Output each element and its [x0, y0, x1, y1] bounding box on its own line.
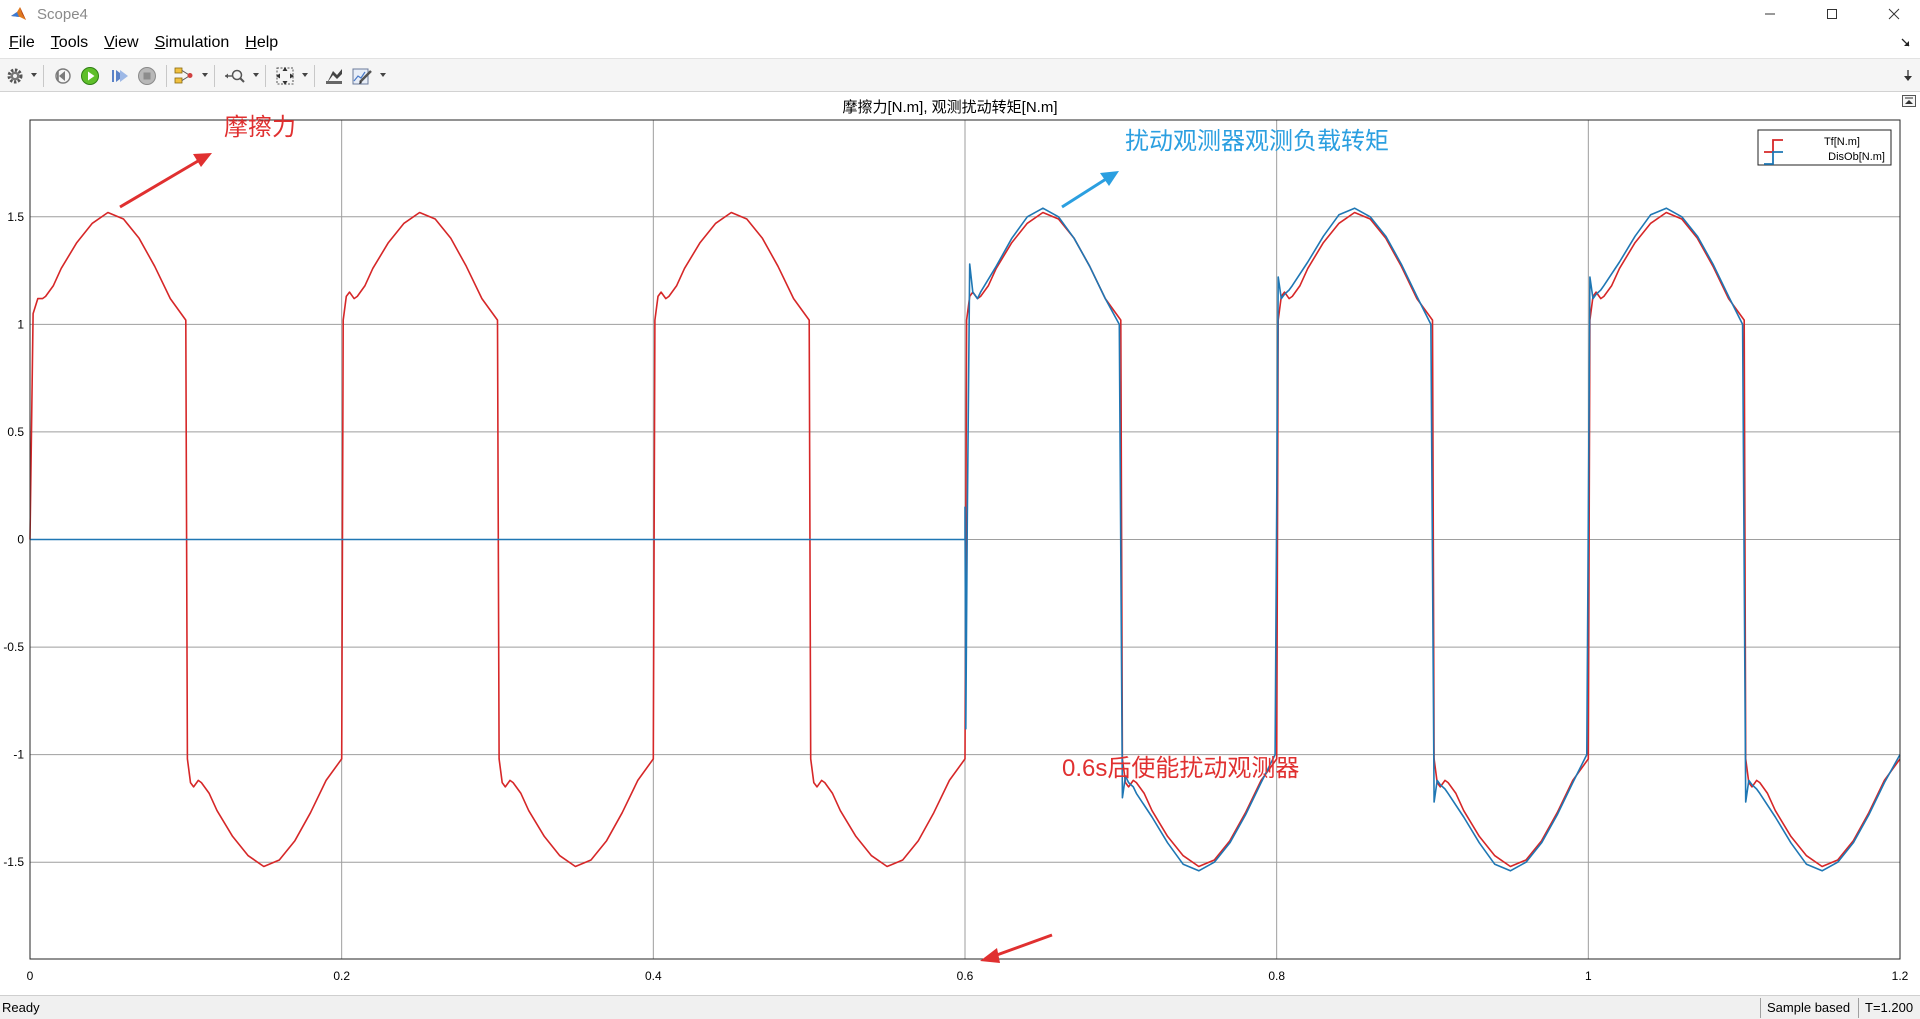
legend-label-tf: Tf[N.m]: [1824, 136, 1860, 148]
menu-bar: File Tools View Simulation Help: [0, 28, 1920, 58]
highlight-dropdown-icon[interactable]: [202, 73, 208, 77]
step-forward-icon: [112, 70, 128, 82]
y-tick-label: -1.5: [3, 855, 24, 869]
toolbar: [0, 58, 1920, 92]
maximize-icon: [1827, 9, 1837, 19]
stop-button[interactable]: [136, 63, 158, 89]
menu-tools[interactable]: Tools: [50, 34, 89, 52]
y-tick-label: -1: [13, 748, 24, 762]
chart-title: 摩擦力[N.m], 观测扰动转矩[N.m]: [843, 98, 1058, 116]
matlab-logo-icon: [11, 7, 26, 20]
stop-icon: [138, 67, 156, 85]
toolbar-overflow-icon[interactable]: [1902, 69, 1914, 83]
status-sample-mode: Sample based: [1760, 998, 1856, 1018]
legend[interactable]: Tf[N.m] DisOb[N.m]: [1757, 129, 1892, 166]
menu-help[interactable]: Help: [244, 34, 279, 52]
x-tick-label: 0.2: [333, 969, 350, 983]
x-tick-label: 1: [1585, 969, 1592, 983]
y-tick-label: 0.5: [7, 425, 24, 439]
step-back-icon: [55, 68, 71, 84]
zoom-icon: [225, 69, 245, 83]
status-ready-text: Ready: [2, 1000, 40, 1015]
menu-view[interactable]: View: [103, 34, 139, 52]
title-bar: Scope4: [0, 0, 1920, 28]
close-button[interactable]: [1868, 0, 1920, 28]
annotation-text-friction: 摩擦力: [224, 114, 296, 141]
x-tick-label: 0.6: [957, 969, 974, 983]
x-tick-label: 0.4: [645, 969, 662, 983]
triggers-button[interactable]: [322, 63, 346, 89]
minimize-icon: [1765, 13, 1775, 15]
dock-arrow-icon[interactable]: [1900, 36, 1912, 50]
y-tick-label: 1: [17, 317, 24, 331]
y-tick-label: 1.5: [7, 210, 24, 224]
highlight-block-button[interactable]: [172, 63, 196, 89]
signal-hierarchy-icon: [174, 67, 193, 84]
scale-dropdown-icon[interactable]: [302, 73, 308, 77]
settings-button[interactable]: [4, 63, 26, 89]
status-sim-time: T=1.200: [1858, 998, 1919, 1018]
annotation-text-observer: 扰动观测器观测负载转矩: [1125, 128, 1389, 155]
annotation-arrow-friction: [119, 159, 199, 209]
toolbar-separator: [265, 65, 266, 87]
annotation-arrowhead-observer: [1100, 171, 1119, 186]
maximize-button[interactable]: [1806, 0, 1858, 28]
scope-chart[interactable]: 摩擦力[N.m], 观测扰动转矩[N.m] 0 0.2 0.4 0.6 0.8 1 1.2 1…: [0, 92, 1920, 995]
edit-pencil-icon: [352, 68, 372, 85]
run-button[interactable]: [79, 63, 101, 89]
gear-icon: [7, 68, 23, 84]
zoom-button[interactable]: [222, 63, 248, 89]
step-back-button[interactable]: [52, 63, 74, 89]
close-icon: [1888, 8, 1900, 20]
step-forward-button[interactable]: [108, 63, 130, 89]
annotation-arrow-enable: [993, 933, 1053, 958]
toolbar-separator: [214, 65, 215, 87]
axis-tick-labels: 0 0.2 0.4 0.6 0.8 1 1.2 1.5 1 0.5 0 -0.5 -1 -1.5: [3, 210, 1908, 983]
status-bar: Ready Sample based T=1.200: [0, 995, 1920, 1019]
settings-dropdown-icon[interactable]: [31, 73, 37, 77]
scope-window: Scope4 File Tools View Simulation Help 摩…: [0, 0, 1920, 1019]
fit-to-view-icon: [276, 67, 294, 85]
style-dropdown-icon[interactable]: [380, 73, 386, 77]
x-tick-label: 0.8: [1268, 969, 1285, 983]
annotation-arrowhead-enable: [980, 948, 1000, 963]
zoom-dropdown-icon[interactable]: [253, 73, 259, 77]
expand-axes-icon[interactable]: [1902, 95, 1916, 107]
y-tick-label: -0.5: [3, 640, 24, 654]
x-tick-label: 1.2: [1892, 969, 1909, 983]
scale-axes-button[interactable]: [273, 63, 297, 89]
menu-file[interactable]: File: [8, 34, 36, 52]
x-tick-label: 0: [27, 969, 34, 983]
annotation-friction: 摩擦力: [119, 114, 296, 209]
plot-panel: 摩擦力[N.m], 观测扰动转矩[N.m] 0 0.2 0.4 0.6 0.8 1 1.2 1…: [0, 92, 1920, 995]
annotation-observer: 扰动观测器观测负载转矩: [1061, 128, 1389, 209]
window-title: Scope4: [37, 5, 88, 23]
cursor-measurement-icon: [326, 69, 342, 84]
minimize-button[interactable]: [1744, 0, 1796, 28]
play-icon: [81, 67, 99, 85]
annotation-arrow-observer: [1061, 177, 1107, 209]
style-button[interactable]: [350, 63, 374, 89]
toolbar-separator: [166, 65, 167, 87]
menu-simulation[interactable]: Simulation: [154, 34, 231, 52]
annotation-text-enable: 0.6s后使能扰动观测器: [1062, 755, 1299, 782]
annotation-arrowhead-friction: [193, 153, 212, 167]
toolbar-separator: [43, 65, 44, 87]
toolbar-separator: [314, 65, 315, 87]
y-tick-label: 0: [17, 533, 24, 547]
legend-label-disob: DisOb[N.m]: [1828, 151, 1885, 163]
